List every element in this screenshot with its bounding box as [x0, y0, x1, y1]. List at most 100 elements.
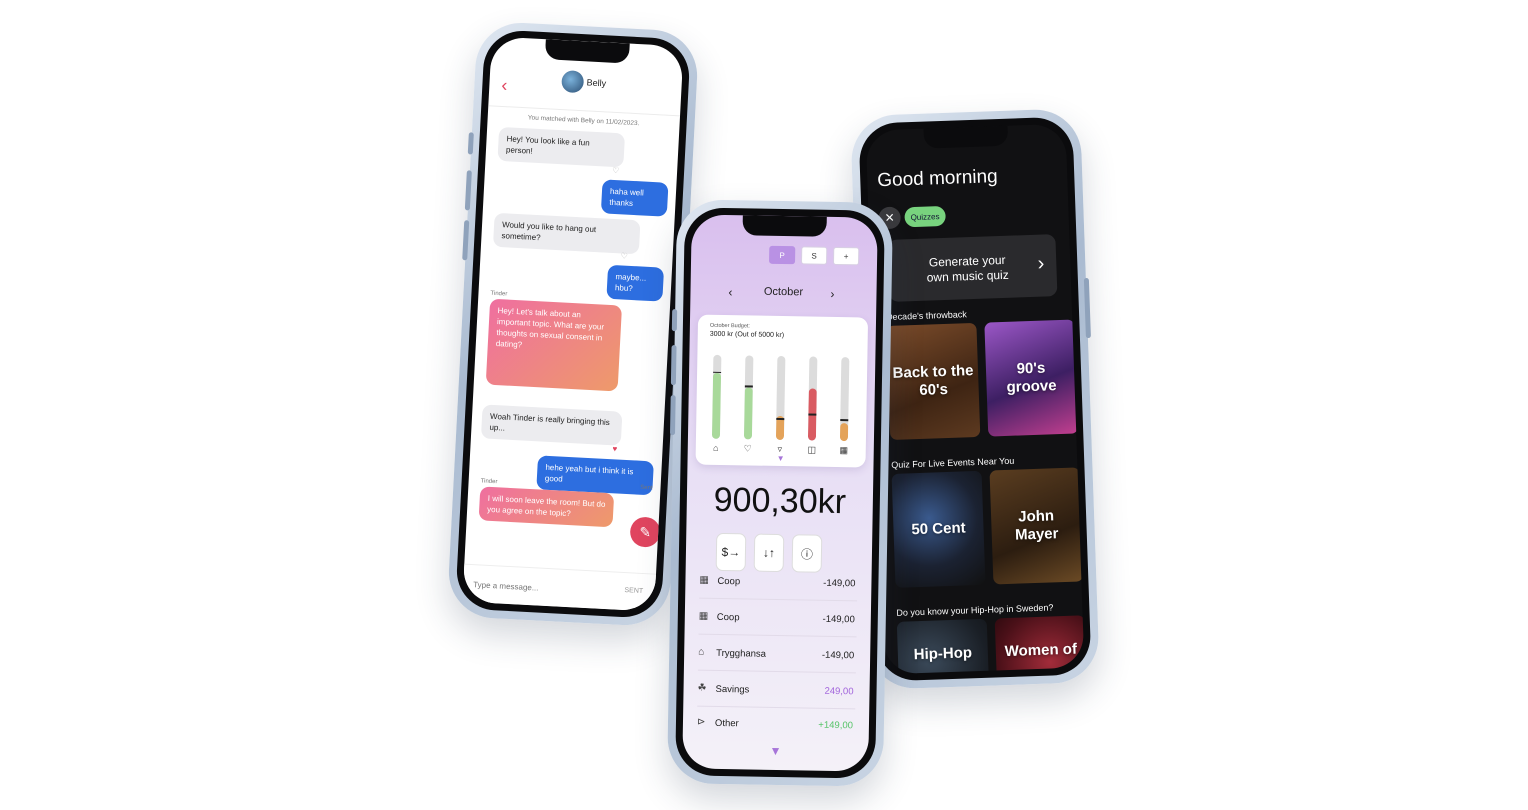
- expand-chevron-icon[interactable]: ▼: [769, 744, 781, 758]
- transport-icon: ◫: [807, 444, 817, 455]
- chat-screen: ‹ Belly You matched with Belly on 11/02/…: [462, 36, 684, 612]
- segment-personal[interactable]: P: [768, 245, 796, 265]
- quiz-tile-label: Women of: [1004, 640, 1078, 661]
- tinder-message-bubble[interactable]: I will soon leave the room! But do you a…: [478, 486, 615, 528]
- tinder-message-bubble[interactable]: Hey! Let's talk about an important topic…: [485, 298, 623, 392]
- category-bar-fill: [839, 422, 849, 442]
- sender-label: Tinder: [490, 290, 508, 298]
- chevron-right-icon[interactable]: ›: [830, 287, 834, 301]
- category-bar-fill: [775, 416, 785, 441]
- category-bar[interactable]: [711, 354, 722, 439]
- transaction-amount: -149,00: [823, 577, 856, 590]
- message-bubble[interactable]: Woah Tinder is really bringing this up..…: [480, 404, 623, 446]
- message-bubble[interactable]: maybe... hbu?: [606, 264, 665, 302]
- notch: [742, 215, 827, 237]
- quiz-tile-label: Back to the 60's: [892, 362, 974, 399]
- budget-screen: P S + ‹ October › October Budget: 3000 k…: [682, 214, 878, 772]
- transaction-row[interactable]: ▦ Coop -149,00: [698, 600, 858, 638]
- message-bubble[interactable]: Hey! You look like a fun person!: [497, 126, 626, 168]
- home-icon: ⌂: [698, 646, 705, 658]
- liked-heart-icon[interactable]: ♥: [612, 444, 617, 453]
- transaction-name: Trygghansa: [716, 647, 767, 660]
- section-title: Do you know your Hip-Hop in Sweden?: [896, 602, 1054, 618]
- message-input-bar: SENT: [462, 563, 657, 612]
- quiz-tile[interactable]: Women of: [994, 615, 1085, 675]
- chevron-right-icon: ›: [1037, 252, 1045, 275]
- budget-phone: P S + ‹ October › October Budget: 3000 k…: [666, 199, 894, 787]
- mute-switch: [467, 132, 474, 155]
- other-icon: ⊳: [696, 716, 706, 728]
- gift-icon: ▦: [698, 610, 709, 622]
- generate-quiz-card[interactable]: Generate your own music quiz ›: [887, 234, 1058, 302]
- budget-caption: October Budget:: [709, 322, 751, 330]
- month-label: October: [763, 285, 804, 299]
- chat-phone: ‹ Belly You matched with Belly on 11/02/…: [446, 20, 700, 628]
- message-bubble[interactable]: Would you like to hang out sometime?: [492, 212, 641, 255]
- quiz-tile[interactable]: 90's groove: [984, 319, 1079, 437]
- generate-quiz-text: Generate your own music quiz: [910, 252, 1025, 286]
- quiz-tile[interactable]: 50 Cent: [891, 470, 986, 588]
- quizzes-filter-chip[interactable]: Quizzes: [904, 205, 946, 228]
- transaction-name: Other: [714, 717, 739, 730]
- quiz-tile[interactable]: John Mayer: [989, 467, 1084, 585]
- music-screen: Good morning ✕ Quizzes Generate your own…: [865, 123, 1085, 675]
- quiz-tile-label: 50 Cent: [911, 519, 966, 539]
- transaction-row[interactable]: ⊳ Other +149,00: [697, 707, 856, 744]
- gift-icon: ▦: [839, 445, 849, 456]
- category-bar[interactable]: [743, 355, 754, 440]
- chevron-left-icon[interactable]: ‹: [728, 285, 732, 299]
- section-title: Decade's throwback: [885, 309, 967, 323]
- gift-icon: ▦: [699, 574, 710, 586]
- quiz-tile-label: Hip-Hop: [913, 644, 973, 664]
- mute-switch: [671, 309, 678, 332]
- transaction-amount: +149,00: [818, 719, 854, 732]
- budget-limit-marker: [775, 418, 786, 420]
- heart-icon: ♡: [743, 443, 752, 454]
- transaction-row[interactable]: ⌂ Trygghansa -149,00: [697, 636, 857, 674]
- quiz-tile-label: John Mayer: [1014, 507, 1059, 544]
- message-input[interactable]: [472, 577, 594, 598]
- send-button[interactable]: SENT: [624, 587, 643, 595]
- total-balance: 900,30kr: [713, 480, 847, 522]
- piggy-bank-icon: ☘: [697, 682, 707, 694]
- transaction-name: Coop: [717, 575, 741, 588]
- segment-add[interactable]: +: [832, 246, 860, 266]
- like-heart-icon[interactable]: ♡: [620, 251, 628, 260]
- quiz-tile[interactable]: Hip-Hop: [896, 618, 991, 675]
- message-bubble[interactable]: haha well thanks: [600, 179, 669, 217]
- category-bar[interactable]: [839, 357, 850, 442]
- budget-limit-marker: [807, 413, 818, 416]
- back-chevron-icon[interactable]: ‹: [501, 75, 508, 96]
- home-icon: ⌂: [712, 442, 719, 453]
- power-button: [1083, 277, 1091, 339]
- chat-header: ‹ Belly: [488, 62, 683, 117]
- budget-limit-marker: [711, 371, 722, 374]
- notch: [923, 125, 1009, 149]
- like-heart-icon[interactable]: ♡: [612, 166, 620, 175]
- segment-shared[interactable]: S: [800, 246, 828, 265]
- transaction-name: Coop: [716, 611, 740, 624]
- volume-down-button: [462, 220, 470, 261]
- avatar[interactable]: [561, 70, 585, 94]
- budget-card[interactable]: October Budget: 3000 kr (Out of 5000 kr)…: [695, 314, 869, 468]
- volume-down-button: [669, 395, 676, 436]
- category-bar[interactable]: [807, 356, 818, 441]
- budget-limit-marker: [743, 385, 754, 388]
- budget-limit-marker: [839, 419, 850, 422]
- sent-status: Sent: [640, 484, 653, 492]
- volume-up-button: [670, 345, 677, 386]
- category-bar-fill: [711, 373, 722, 439]
- contact-name: Belly: [586, 77, 607, 89]
- notch: [544, 39, 630, 64]
- expand-chevron-icon[interactable]: ▼: [777, 454, 785, 463]
- transaction-row[interactable]: ▦ Coop -149,00: [699, 564, 858, 602]
- volume-up-button: [464, 170, 472, 211]
- month-selector: ‹ October ›: [690, 284, 876, 303]
- section-title: Quiz For Live Events Near You: [891, 455, 1015, 470]
- compose-pen-icon[interactable]: ✎: [629, 516, 661, 548]
- category-bar[interactable]: [775, 355, 786, 441]
- category-bars: [710, 347, 854, 442]
- transaction-row[interactable]: ☘ Savings 249,00: [697, 672, 856, 710]
- quiz-tile[interactable]: Back to the 60's: [886, 322, 981, 440]
- transaction-name: Savings: [715, 683, 750, 696]
